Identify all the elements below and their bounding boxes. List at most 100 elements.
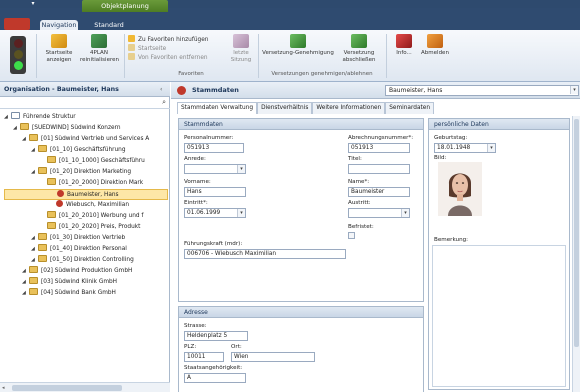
tab-weitere-informationen[interactable]: Weitere Informationen [312, 102, 386, 114]
eintritt-label: Eintritt*: [184, 200, 208, 206]
tree-item-person[interactable]: Baumeister, Hans [4, 189, 168, 200]
tree-item[interactable]: ◢ [01_30] Direktion Vertrieb [4, 233, 168, 244]
chevron-down-icon[interactable]: ▾ [401, 209, 409, 217]
remove-favorite-button[interactable]: Von Favoriten entfernen [128, 53, 228, 62]
refresh-icon [91, 34, 107, 48]
chevron-down-icon[interactable]: ▾ [570, 86, 578, 94]
tree-search-input[interactable]: ⌕ [0, 97, 170, 109]
geburtstag-label: Geburtstag: [434, 135, 468, 141]
strasse-field[interactable]: Heldenplatz 5 [184, 331, 248, 341]
tree-item[interactable]: ◢ [01_10] Geschäftsführung [4, 145, 168, 156]
stammdaten-title: Stammdaten [192, 86, 239, 94]
startseite-button[interactable]: Startseite anzeigen [44, 34, 74, 63]
scroll-thumb[interactable] [574, 119, 579, 347]
tree-item[interactable]: [01_10_1000] Geschäftsführu [4, 156, 168, 167]
expand-toggle-icon[interactable]: ◢ [22, 288, 29, 299]
4plan-reinitialize-button[interactable]: 4PLAN reinitialisieren [80, 34, 119, 63]
tree-item[interactable]: [01_20_2000] Direktion Mark [4, 178, 168, 189]
tree-item[interactable]: [01_20_2020] Preis, Produkt [4, 222, 168, 233]
favorite-startseite-button[interactable]: Startseite [128, 44, 228, 53]
expand-toggle-icon[interactable]: ◢ [31, 167, 38, 178]
geburtstag-date-field[interactable]: 18.01.1948 ▾ [434, 143, 496, 153]
tree-item[interactable]: ◢ [01_50] Direktion Controlling [4, 255, 168, 266]
scroll-thumb[interactable] [12, 385, 122, 391]
info-button[interactable]: Info... [392, 34, 416, 57]
folder-icon [38, 167, 47, 174]
folder-icon [38, 244, 47, 251]
tree-item[interactable]: ◢ [SUEDWIND] Südwind Konzern [4, 123, 168, 134]
eintritt-date-field[interactable]: 01.06.1999 ▾ [184, 208, 246, 218]
tree-item-label: [01_50] Direktion Controlling [50, 257, 134, 263]
tab-dienstverhaeltnis[interactable]: Dienstverhältnis [257, 102, 313, 114]
employee-selector[interactable]: Baumeister, Hans ▾ [385, 85, 579, 96]
main-vertical-scrollbar[interactable] [572, 116, 580, 392]
tab-stammdaten-verwaltung[interactable]: Stammdaten Verwaltung [177, 102, 258, 114]
add-favorite-button[interactable]: Zu Favoriten hinzufügen [128, 35, 228, 44]
expand-toggle-icon[interactable]: ◢ [22, 277, 29, 288]
versetzung-genehmigung-button[interactable]: Versetzung-Genehmigung [262, 34, 334, 57]
complete-icon [351, 34, 367, 48]
search-icon[interactable]: ⌕ [162, 98, 166, 107]
folder-icon [29, 134, 38, 141]
folder-icon [47, 156, 56, 163]
folder-icon [20, 123, 29, 130]
employee-selector-value: Baumeister, Hans [389, 87, 443, 94]
persoenliche-daten-panel: persönliche Daten Geburtstag: 18.01.1948… [428, 118, 570, 390]
session-icon [233, 34, 249, 48]
application-menu-button[interactable] [4, 18, 30, 30]
titel-label: Titel: [348, 156, 362, 162]
staatsangehoerigkeit-field[interactable]: A [184, 373, 246, 383]
abmelden-button[interactable]: Abmelden [420, 34, 450, 57]
last-session-button[interactable]: letzte Sitzung [228, 34, 254, 63]
collapse-panel-icon[interactable]: ‹ [160, 86, 162, 93]
tree-item[interactable]: ◢ [04] Südwind Bank GmbH [4, 288, 168, 299]
anrede-select[interactable]: ▾ [184, 164, 246, 174]
expand-toggle-icon[interactable]: ◢ [22, 134, 29, 145]
chevron-down-icon[interactable]: ▾ [237, 165, 245, 173]
expand-toggle-icon[interactable]: ◢ [31, 255, 38, 266]
expand-toggle-icon[interactable]: ◢ [31, 233, 38, 244]
plz-field[interactable]: 10011 [184, 352, 224, 362]
tree-item[interactable]: ◢ [01] Südwind Vertrieb und Services A [4, 134, 168, 145]
tree-item[interactable]: ◢ Führende Struktur [4, 112, 168, 123]
tree-item-label: [01_20_2010] Werbung und f [59, 213, 144, 219]
staatsangehoerigkeit-label: Staatsangehörigkeit: [184, 365, 243, 371]
versetzung-abschliessen-button[interactable]: Versetzung abschließen [340, 34, 378, 63]
expand-toggle-icon[interactable]: ◢ [13, 123, 20, 134]
name-field[interactable]: Baumeister [348, 187, 410, 197]
tree-item[interactable]: ◢ [01_40] Direktion Personal [4, 244, 168, 255]
tree-item[interactable]: ◢ [03] Südwind Klinik GmbH [4, 277, 168, 288]
tree-item-label: Führende Struktur [23, 114, 76, 120]
folder-icon [29, 266, 38, 273]
organisation-panel: Organisation - Baumeister, Hans ‹ ⌕ ◢ Füh… [0, 82, 170, 392]
employee-photo[interactable] [438, 162, 482, 216]
abrechnungsnummer-field[interactable]: 051913 [348, 143, 410, 153]
tree-item[interactable]: ◢ [01_20] Direktion Marketing [4, 167, 168, 178]
folder-icon [47, 178, 56, 185]
befristet-checkbox[interactable] [348, 232, 355, 239]
tree-item-label: Wiebusch, Maximilian [66, 202, 130, 208]
ort-field[interactable]: Wien [231, 352, 315, 362]
bemerkung-textarea[interactable] [432, 245, 566, 387]
tree-item-person[interactable]: Wiebusch, Maximilian [4, 200, 168, 211]
tab-seminardaten[interactable]: Seminardaten [385, 102, 435, 114]
titel-field[interactable] [348, 164, 410, 174]
personalnummer-field[interactable]: 051913 [184, 143, 244, 153]
chevron-down-icon[interactable]: ▾ [487, 144, 495, 152]
austritt-date-field[interactable]: ▾ [348, 208, 410, 218]
quick-access-dropdown[interactable]: ▾ [28, 0, 38, 8]
scroll-left-icon[interactable]: ◂ [2, 385, 5, 391]
approve-icon [290, 34, 306, 48]
expand-toggle-icon[interactable]: ◢ [31, 244, 38, 255]
fuehrungskraft-field[interactable]: 006706 - Wiebusch Maximilian [184, 249, 346, 259]
context-tab-objektplanung[interactable]: Objektplanung [82, 0, 168, 12]
abrechnungsnummer-label: Abrechnungsnummer*: [348, 135, 414, 141]
tree-horizontal-scrollbar[interactable]: ◂ [0, 382, 170, 392]
vorname-field[interactable]: Hans [184, 187, 246, 197]
tree-item[interactable]: ◢ [02] Südwind Produktion GmbH [4, 266, 168, 277]
expand-toggle-icon[interactable]: ◢ [31, 145, 38, 156]
expand-toggle-icon[interactable]: ◢ [4, 112, 11, 123]
expand-toggle-icon[interactable]: ◢ [22, 266, 29, 277]
chevron-down-icon[interactable]: ▾ [237, 209, 245, 217]
tree-item[interactable]: [01_20_2010] Werbung und f [4, 211, 168, 222]
